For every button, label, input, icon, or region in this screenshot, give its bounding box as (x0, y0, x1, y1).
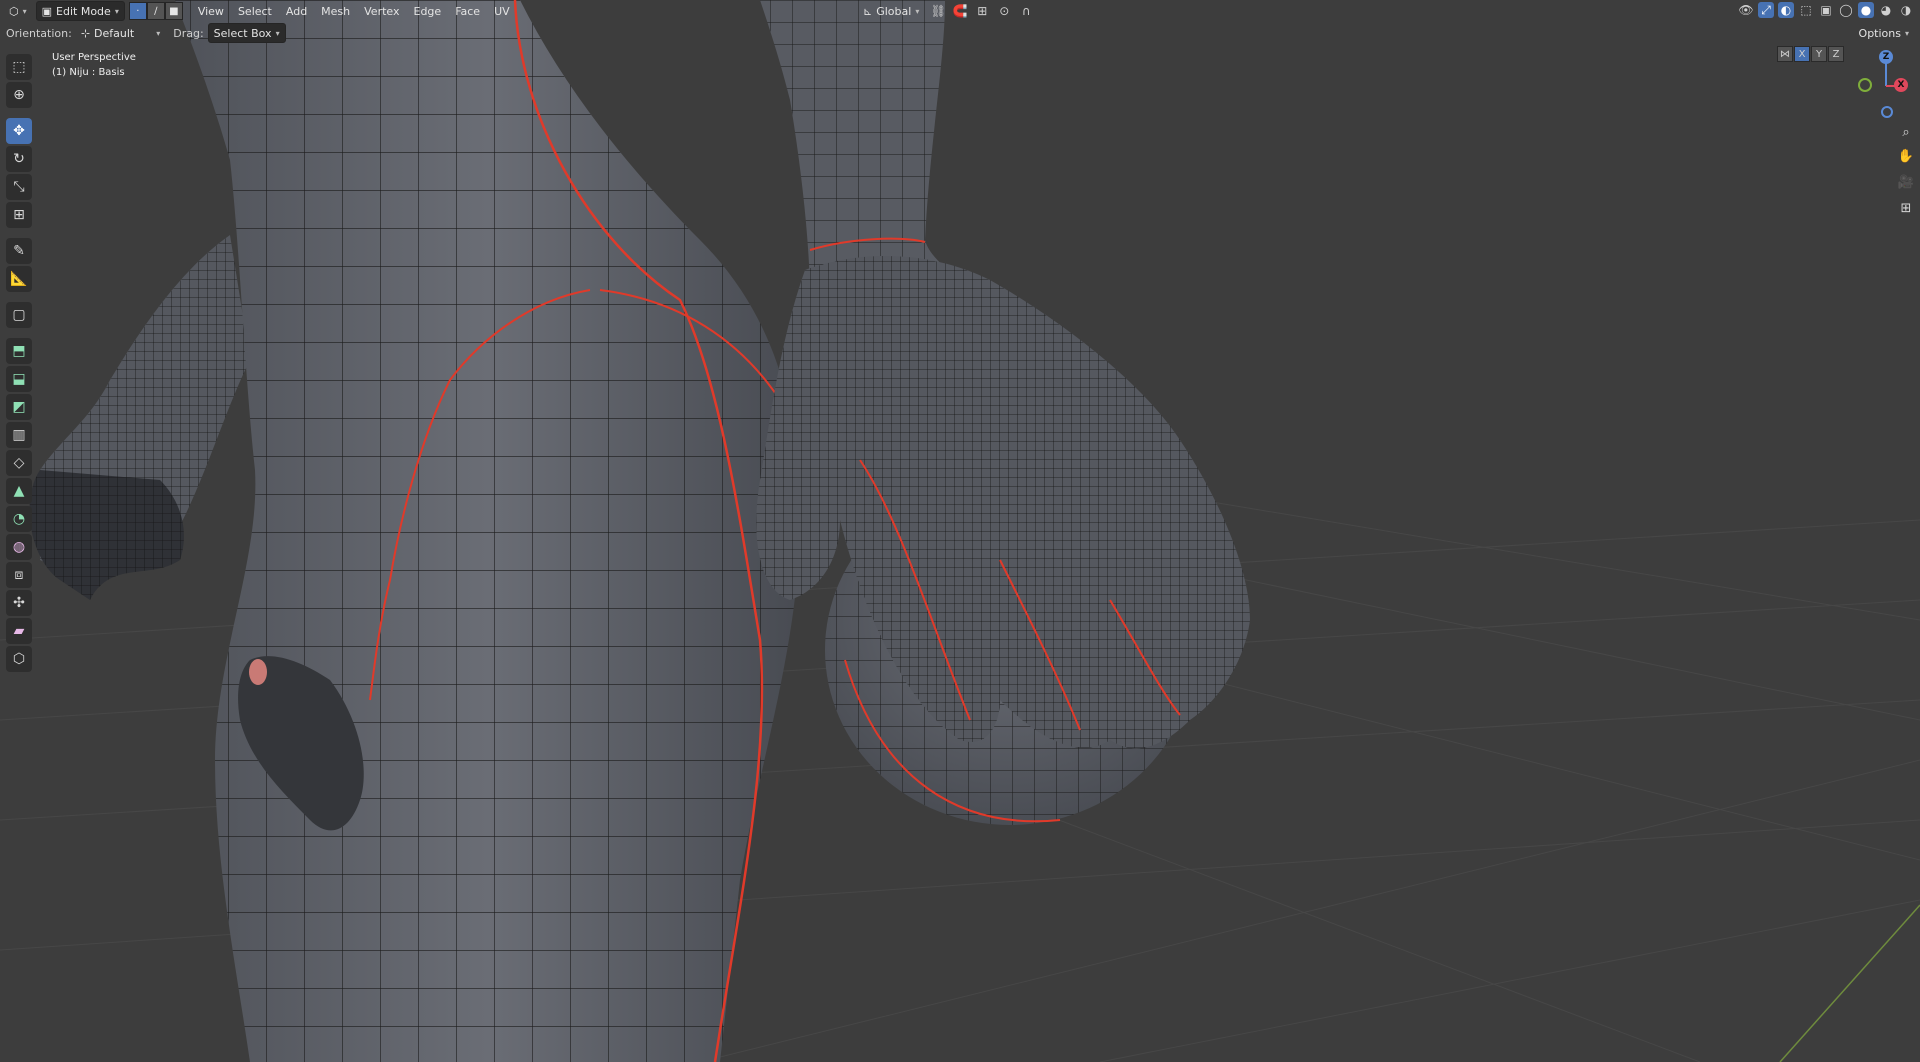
mirror-y-toggle[interactable]: Y (1811, 46, 1827, 62)
tool-settings-bar: Orientation: ⊹ Default ▾ Drag: Select Bo… (0, 22, 1920, 62)
near-arm (760, 0, 990, 300)
editor-type-button[interactable]: ⬡ ▾ (4, 2, 32, 20)
falloff-icon[interactable]: ∩ (1018, 3, 1034, 19)
spin-tool-icon[interactable]: ◔ (6, 506, 32, 532)
menu-vertex[interactable]: Vertex (359, 2, 404, 20)
y-axis-line (1779, 904, 1920, 1062)
poly-build-tool-icon[interactable]: ▲ (6, 478, 32, 504)
scale-tool-icon[interactable]: ⤡ (6, 174, 32, 200)
snap-target-icon[interactable]: ⊞ (974, 3, 990, 19)
orientation-icon: ⊾ (863, 4, 873, 18)
measure-tool-icon[interactable]: 📐 (6, 266, 32, 292)
header-right-controls: 👁 ⤢ ◐ ⬚ ▣ ◯ ● ◕ ◑ (1738, 2, 1914, 18)
menu-view[interactable]: View (193, 2, 229, 20)
menu-uv[interactable]: UV (489, 2, 515, 20)
mirror-z-toggle[interactable]: Z (1828, 46, 1844, 62)
3d-viewport[interactable] (0, 0, 1920, 1062)
object-info-label: (1) Niju : Basis (52, 67, 125, 78)
solid-shading-icon[interactable]: ● (1858, 2, 1874, 18)
edge-select-icon[interactable]: ∕ (146, 2, 165, 20)
viewport-info: User Perspective (1) Niju : Basis (52, 50, 136, 80)
orientation-label: Global (876, 4, 912, 18)
overlay-toggle-icon[interactable]: ◐ (1778, 2, 1794, 18)
move-tool-icon[interactable]: ✥ (6, 118, 32, 144)
orientation-setting-label: Orientation: (6, 26, 72, 40)
rip-tool-icon[interactable]: ⬡ (6, 646, 32, 672)
wireframe-shading-icon[interactable]: ◯ (1838, 2, 1854, 18)
perspective-label: User Perspective (52, 52, 136, 63)
chevron-down-icon: ▾ (22, 6, 27, 16)
zoom-icon[interactable]: ⌕ (1896, 122, 1916, 142)
drag-value: Select Box (213, 26, 272, 40)
chevron-down-icon: ▾ (915, 6, 920, 16)
camera-view-icon[interactable]: 🎥 (1896, 172, 1916, 192)
select-mode-toggles: · ∕ ■ (128, 2, 183, 20)
proportional-editing-icon[interactable]: ⊙ (996, 3, 1012, 19)
annotate-tool-icon[interactable]: ✎ (6, 238, 32, 264)
mode-dropdown[interactable]: ▣ Edit Mode ▾ (35, 1, 125, 21)
shear-tool-icon[interactable]: ▰ (6, 618, 32, 644)
inset-tool-icon[interactable]: ⬓ (6, 366, 32, 392)
edge-slide-tool-icon[interactable]: ⧈ (6, 562, 32, 588)
mirror-axes: ⋈ X Y Z (1776, 46, 1844, 62)
orientation-setting-dropdown[interactable]: ⊹ Default ▾ (76, 24, 165, 42)
knife-tool-icon[interactable]: ◇ (6, 450, 32, 476)
header-menus: View Select Add Mesh Vertex Edge Face UV (193, 2, 515, 20)
transform-tool-icon[interactable]: ⊞ (6, 202, 32, 228)
menu-mesh[interactable]: Mesh (316, 2, 355, 20)
gizmo-z-axis-negative[interactable] (1881, 106, 1893, 118)
chevron-down-icon: ▾ (275, 28, 280, 38)
gizmo-toggle-icon[interactable]: ⤢ (1758, 2, 1774, 18)
menu-select[interactable]: Select (233, 2, 277, 20)
transform-orientation-dropdown[interactable]: ⊾ Global ▾ (858, 2, 924, 20)
left-toolbar: ⬚ ⊕ ✥ ↻ ⤡ ⊞ ✎ 📐 ▢ ⬒ ⬓ ◩ ▥ ◇ ▲ ◔ ◍ ⧈ ✣ ▰ … (4, 52, 34, 674)
select-box-tool-icon[interactable]: ⬚ (6, 54, 32, 80)
loop-cut-tool-icon[interactable]: ▥ (6, 422, 32, 448)
face-select-icon[interactable]: ■ (164, 2, 183, 20)
menu-face[interactable]: Face (450, 2, 485, 20)
cursor-tool-icon[interactable]: ⊕ (6, 82, 32, 108)
orientation-setting-value: Default (94, 26, 135, 40)
menu-edge[interactable]: Edge (409, 2, 447, 20)
rotate-tool-icon[interactable]: ↻ (6, 146, 32, 172)
options-label: Options (1858, 26, 1901, 40)
transform-controls: ⊾ Global ▾ ⛓ 🧲 ⊞ ⊙ ∩ (858, 2, 1034, 20)
add-cube-tool-icon[interactable]: ▢ (6, 302, 32, 328)
mirror-butterfly-icon[interactable]: ⋈ (1777, 46, 1793, 62)
smooth-tool-icon[interactable]: ◍ (6, 534, 32, 560)
pan-hand-icon[interactable]: ✋ (1896, 146, 1916, 166)
rendered-shading-icon[interactable]: ◑ (1898, 2, 1914, 18)
drag-label: Drag: (173, 26, 204, 40)
cube-icon: ⬡ (9, 4, 19, 18)
shrink-fatten-tool-icon[interactable]: ✣ (6, 590, 32, 616)
navigation-gizmo[interactable]: Z X (1848, 50, 1908, 120)
chevron-down-icon: ▾ (114, 6, 119, 16)
body-mesh (175, 0, 800, 1062)
gizmo-x-axis[interactable]: X (1894, 78, 1908, 92)
options-dropdown[interactable]: Options ▾ (1854, 24, 1914, 42)
far-arm (29, 235, 250, 600)
edit-mode-icon: ▣ (41, 4, 53, 18)
bevel-tool-icon[interactable]: ◩ (6, 394, 32, 420)
pivot-point-icon[interactable]: ⛓ (930, 3, 946, 19)
chevron-down-icon: ▾ (1904, 28, 1909, 38)
gizmo-z-axis[interactable]: Z (1879, 50, 1893, 64)
mirror-x-toggle[interactable]: X (1794, 46, 1810, 62)
menu-add[interactable]: Add (281, 2, 312, 20)
snap-icon[interactable]: 🧲 (952, 3, 968, 19)
viewport-header: ⬡ ▾ ▣ Edit Mode ▾ · ∕ ■ View Select Add M… (0, 0, 1920, 22)
viewport-scene[interactable] (0, 0, 1920, 1062)
orientation-default-icon: ⊹ (80, 26, 91, 40)
vertex-select-icon[interactable]: · (128, 2, 147, 20)
material-shading-icon[interactable]: ◕ (1878, 2, 1894, 18)
xray-icon[interactable]: ▣ (1818, 2, 1834, 18)
visibility-icon[interactable]: 👁 (1738, 2, 1754, 18)
extrude-tool-icon[interactable]: ⬒ (6, 338, 32, 364)
perspective-toggle-icon[interactable]: ⊞ (1896, 198, 1916, 218)
mesh-edit-overlay-icon[interactable]: ⬚ (1798, 2, 1814, 18)
mode-label: Edit Mode (56, 4, 111, 18)
drag-dropdown[interactable]: Select Box ▾ (207, 23, 286, 43)
gizmo-y-axis-negative[interactable] (1858, 78, 1872, 92)
chevron-down-icon: ▾ (156, 28, 161, 38)
